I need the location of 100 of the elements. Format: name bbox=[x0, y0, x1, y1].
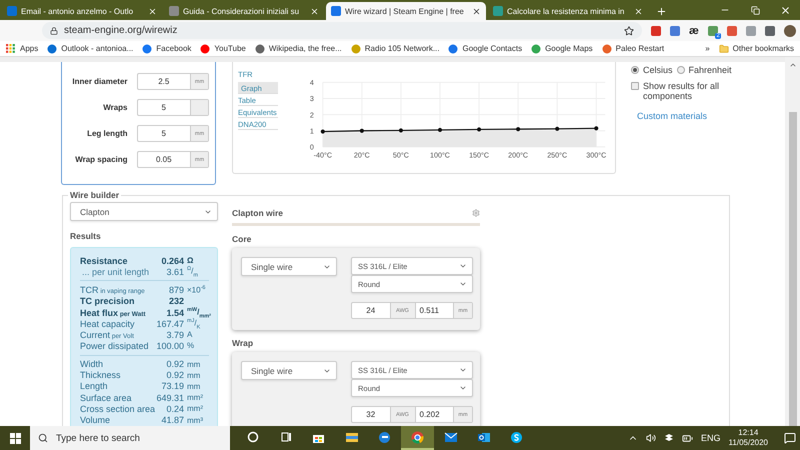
bookmark[interactable]: Apps bbox=[6, 44, 38, 54]
favicon-icon bbox=[169, 6, 179, 16]
result-label: Power dissipated bbox=[80, 340, 150, 351]
search-placeholder: Type here to search bbox=[56, 432, 140, 444]
close-icon[interactable] bbox=[472, 6, 481, 16]
other-bookmarks[interactable]: Other bookmarks bbox=[718, 44, 794, 54]
bookmark[interactable]: Google Maps bbox=[531, 44, 593, 54]
result-value: 0.24 bbox=[166, 404, 184, 414]
checkbox-label: Show results for all components bbox=[643, 81, 720, 101]
restore-icon bbox=[750, 6, 760, 14]
bookmark[interactable]: Facebook bbox=[142, 44, 192, 54]
address-bar[interactable]: steam-engine.org/wirewiz bbox=[42, 22, 642, 39]
result-value: 0.264 bbox=[161, 256, 184, 266]
bookmark[interactable]: Outlook - antonioa... bbox=[47, 44, 134, 54]
search-icon bbox=[38, 433, 48, 443]
structure-select[interactable]: Single wire bbox=[241, 257, 337, 276]
speaker-icon[interactable] bbox=[646, 433, 656, 443]
wire-type-select[interactable]: Clapton bbox=[70, 202, 218, 221]
chart-point bbox=[398, 128, 403, 132]
field-label: Inner diameter bbox=[71, 77, 128, 86]
chart-point bbox=[360, 128, 364, 133]
radio-button[interactable] bbox=[631, 66, 639, 74]
scrollbar[interactable] bbox=[785, 57, 800, 426]
result-value: 0.92 bbox=[166, 370, 184, 380]
favicon-icon bbox=[493, 6, 503, 16]
result-value: 167.47 bbox=[156, 319, 184, 330]
wire-title: Clapton wire bbox=[232, 208, 284, 218]
result-value: 1.54 bbox=[166, 308, 184, 318]
extension-icon[interactable] bbox=[726, 26, 737, 36]
browser-tab[interactable]: Guida - Considerazioni iniziali su bbox=[164, 2, 324, 20]
site-icon bbox=[602, 44, 612, 54]
clock[interactable]: 12:14 11/05/2020 bbox=[728, 428, 768, 448]
chart-point bbox=[476, 127, 481, 132]
settings-icon[interactable] bbox=[472, 209, 480, 217]
structure-select[interactable]: Single wire bbox=[241, 361, 337, 380]
result-value: 0.92 bbox=[166, 359, 184, 370]
result-label: Surface area bbox=[80, 392, 133, 403]
taskbar-search-field[interactable]: Type here to search bbox=[30, 426, 230, 450]
number-field[interactable]: 5 bbox=[136, 99, 209, 116]
result-value: 41.87 bbox=[161, 415, 184, 426]
lock-icon bbox=[50, 26, 58, 34]
field-label: Leg length bbox=[86, 129, 128, 138]
box-icon[interactable] bbox=[664, 433, 674, 443]
result-unit: mm bbox=[187, 370, 202, 380]
bookmark[interactable]: Google Contacts bbox=[448, 44, 522, 54]
results-title: Results bbox=[70, 231, 102, 241]
site-icon bbox=[47, 44, 58, 54]
outlook-icon bbox=[476, 430, 490, 444]
checkbox[interactable] bbox=[631, 82, 639, 90]
result-value: 649.31 bbox=[156, 392, 184, 403]
result-label: Cross section area bbox=[80, 404, 156, 414]
result-label: Length bbox=[80, 381, 109, 392]
result-unit: mm bbox=[187, 360, 202, 369]
site-icon bbox=[448, 44, 458, 54]
browser-tab[interactable]: Email - antonio anzelmo - Outlo bbox=[2, 2, 162, 20]
more-bookmarks-button[interactable]: » bbox=[705, 44, 710, 53]
language-indicator[interactable]: ENG bbox=[701, 433, 721, 443]
bookmark[interactable]: Wikipedia, the free... bbox=[254, 44, 342, 54]
unit-addon bbox=[190, 100, 208, 115]
gauge-value: 24 bbox=[365, 305, 376, 317]
apps-icon bbox=[6, 44, 16, 54]
bookmark[interactable]: YouTube bbox=[200, 44, 246, 54]
close-icon bbox=[780, 4, 790, 16]
battery-icon[interactable] bbox=[682, 432, 694, 444]
scroll-up-icon[interactable] bbox=[788, 61, 796, 69]
result-unit: $^{Ω}$/$_{m}$ bbox=[187, 266, 199, 278]
result-unit: $^{mJ}$/$_{K}$ bbox=[187, 318, 202, 330]
avatar[interactable] bbox=[784, 24, 796, 36]
field-label: Wrap spacing bbox=[74, 155, 128, 164]
result-value: 879 bbox=[168, 284, 184, 295]
browser-tab[interactable]: Calcolare la resistenza minima in bbox=[488, 2, 648, 20]
circle-icon bbox=[246, 431, 258, 443]
result-unit: % bbox=[187, 341, 196, 350]
result-label: TC precision bbox=[80, 296, 136, 306]
section-title: Wrap bbox=[232, 338, 254, 348]
result-unit: mm² bbox=[187, 404, 204, 414]
notifications-icon[interactable] bbox=[784, 432, 796, 444]
extension-icon[interactable] bbox=[764, 26, 775, 36]
custom-materials-link[interactable]: Custom materials bbox=[637, 111, 781, 121]
result-value: 100.00 bbox=[156, 340, 184, 351]
bookmark[interactable]: Radio 105 Network... bbox=[350, 44, 440, 54]
chart-point bbox=[516, 127, 520, 132]
radio-button[interactable] bbox=[676, 66, 685, 74]
site-icon bbox=[200, 44, 210, 54]
star-icon[interactable] bbox=[624, 26, 634, 36]
task-view-icon bbox=[280, 431, 292, 443]
windows-icon bbox=[10, 432, 20, 444]
bookmark[interactable]: Paleo Restart bbox=[602, 44, 664, 54]
field-label: Wraps bbox=[102, 103, 128, 112]
chart-point bbox=[594, 126, 598, 130]
result-value: 3.61 bbox=[166, 267, 184, 278]
folder-icon bbox=[344, 431, 358, 443]
extension-icon[interactable]: æ bbox=[689, 24, 699, 36]
result-value: 73.19 bbox=[161, 381, 184, 392]
result-unit: mm bbox=[187, 382, 202, 391]
result-label: Resistance bbox=[80, 256, 129, 266]
caret-icon bbox=[459, 366, 467, 374]
gauge-value: 32 bbox=[365, 409, 376, 421]
browser-tab[interactable]: Wire wizard | Steam Engine | free bbox=[326, 2, 486, 20]
caret-icon bbox=[459, 262, 467, 270]
